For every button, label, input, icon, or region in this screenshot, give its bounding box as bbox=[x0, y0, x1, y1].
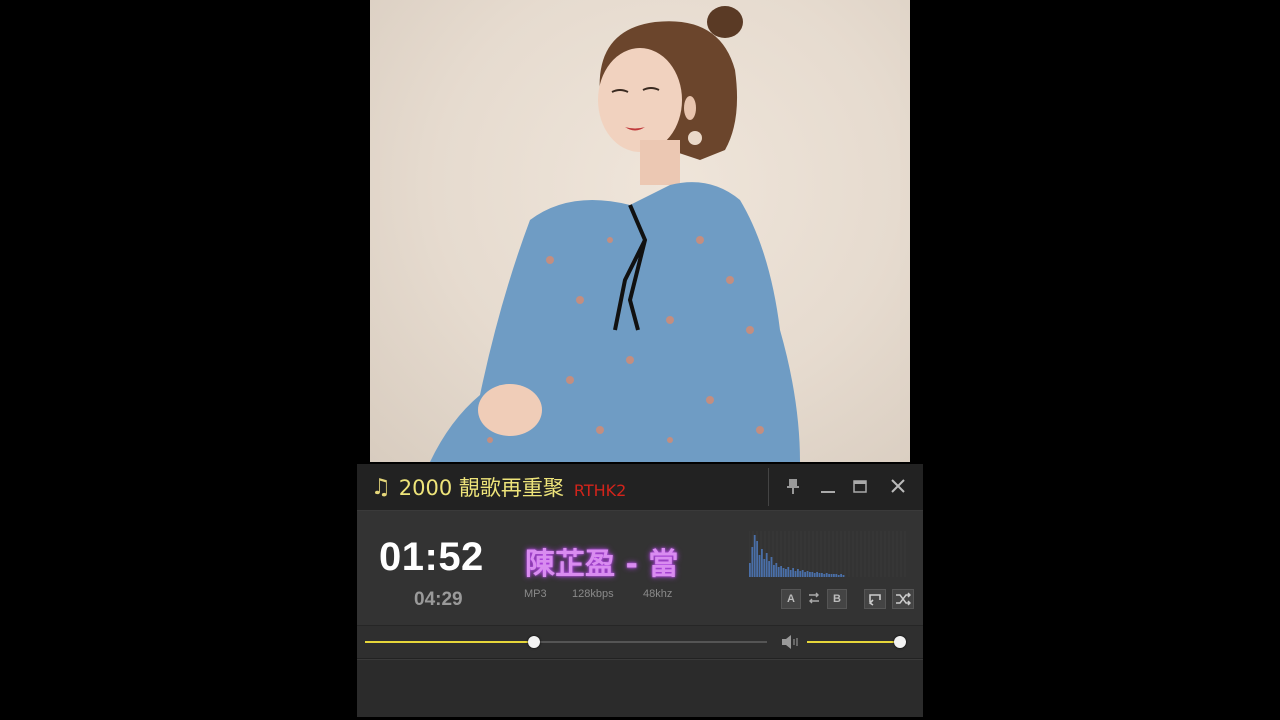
spectrum-bar bbox=[768, 561, 770, 577]
spectrum-bar bbox=[797, 569, 799, 577]
spectrum-bar bbox=[782, 568, 785, 577]
format-label: MP3 bbox=[524, 588, 547, 600]
spectrum-bar bbox=[770, 557, 773, 577]
spectrum-bar bbox=[828, 574, 830, 577]
b-label: B bbox=[833, 593, 841, 605]
spectrum-bar bbox=[809, 572, 811, 577]
pin-icon bbox=[787, 479, 799, 494]
ab-loop-button[interactable] bbox=[807, 589, 821, 607]
song-title: 陳芷盈 - 當 bbox=[525, 547, 679, 582]
spectrum-bar bbox=[818, 573, 821, 577]
maximize-button[interactable] bbox=[848, 474, 872, 498]
spectrum-bar bbox=[799, 571, 802, 577]
seek-panel bbox=[357, 626, 923, 659]
volume-level-fill bbox=[807, 641, 901, 643]
artist-photo bbox=[370, 0, 910, 462]
bitrate-label: 128kbps bbox=[572, 588, 614, 600]
spectrum-bar bbox=[749, 563, 751, 577]
spectrum-bar bbox=[761, 549, 763, 577]
current-time: 01:52 bbox=[379, 535, 484, 579]
spectrum-bar bbox=[773, 565, 775, 577]
seek-bar[interactable] bbox=[365, 636, 767, 648]
volume-slider[interactable] bbox=[807, 636, 907, 648]
spectrum-bar bbox=[825, 573, 828, 577]
spectrum-bar bbox=[792, 568, 794, 577]
spectrum-bar bbox=[753, 535, 756, 577]
ab-repeat-a-button[interactable]: A bbox=[781, 589, 801, 609]
spectrum-bar bbox=[777, 567, 780, 577]
seek-handle[interactable] bbox=[527, 636, 540, 648]
minimize-icon bbox=[821, 491, 835, 493]
speaker-icon bbox=[782, 635, 798, 649]
spectrum-bar bbox=[837, 575, 840, 577]
shuffle-icon bbox=[896, 592, 911, 606]
spectrum-bar bbox=[801, 570, 804, 577]
loop-arrows-icon bbox=[809, 592, 819, 604]
titlebar-divider bbox=[768, 468, 769, 506]
maximize-icon bbox=[853, 480, 867, 493]
a-label: A bbox=[787, 593, 795, 605]
spectrum-bar bbox=[811, 572, 814, 577]
spectrum-bar bbox=[842, 575, 845, 577]
samplerate-label: 48khz bbox=[643, 588, 673, 600]
spectrum-bar bbox=[785, 569, 787, 577]
spectrum-bar bbox=[813, 573, 816, 577]
close-button[interactable] bbox=[886, 474, 910, 498]
total-time: 04:29 bbox=[414, 589, 463, 610]
spectrum-bar bbox=[830, 574, 833, 577]
spectrum-bar bbox=[775, 563, 778, 577]
spectrum-bar bbox=[765, 553, 768, 577]
player-titlebar: ♫ 2000 靚歌再重聚 RTHK2 bbox=[357, 464, 923, 511]
playlist-area bbox=[357, 659, 923, 717]
spectrum-visualizer bbox=[749, 531, 906, 577]
station-name: RTHK2 bbox=[573, 480, 627, 500]
spectrum-bar bbox=[751, 547, 754, 577]
minimize-button[interactable] bbox=[816, 474, 840, 498]
spectrum-bar bbox=[833, 574, 835, 577]
pin-button[interactable] bbox=[781, 474, 805, 498]
music-note-icon: ♫ bbox=[371, 474, 391, 500]
spectrum-bar bbox=[758, 555, 761, 577]
spectrum-bar bbox=[823, 574, 826, 577]
title-area: ♫ 2000 靚歌再重聚 RTHK2 bbox=[357, 464, 767, 510]
spectrum-bar bbox=[789, 570, 792, 577]
music-player-window: ♫ 2000 靚歌再重聚 RTHK2 01:52 04:29 陳芷盈 - 當 M… bbox=[357, 464, 923, 717]
spectrum-bar bbox=[804, 572, 806, 577]
volume-button[interactable] bbox=[779, 630, 803, 654]
spectrum-bar bbox=[756, 541, 758, 577]
repeat-button[interactable] bbox=[864, 589, 886, 609]
ab-repeat-b-button[interactable]: B bbox=[827, 589, 847, 609]
playlist-title: 2000 靚歌再重聚 bbox=[398, 476, 564, 500]
spectrum-bar bbox=[816, 572, 818, 577]
artist-photo-illustration bbox=[430, 6, 800, 462]
spectrum-bar bbox=[787, 567, 790, 577]
volume-handle[interactable] bbox=[894, 636, 907, 648]
spectrum-bar bbox=[821, 573, 823, 577]
spectrum-bar bbox=[794, 571, 797, 577]
spectrum-bar bbox=[840, 574, 842, 577]
spectrum-bar bbox=[806, 571, 809, 577]
spectrum-bar bbox=[763, 559, 766, 577]
close-icon bbox=[891, 479, 905, 493]
seek-progress-fill bbox=[365, 641, 534, 643]
spectrum-bar bbox=[835, 574, 838, 577]
spectrum-bar bbox=[780, 566, 782, 577]
repeat-icon bbox=[868, 594, 881, 606]
shuffle-button[interactable] bbox=[892, 589, 914, 609]
